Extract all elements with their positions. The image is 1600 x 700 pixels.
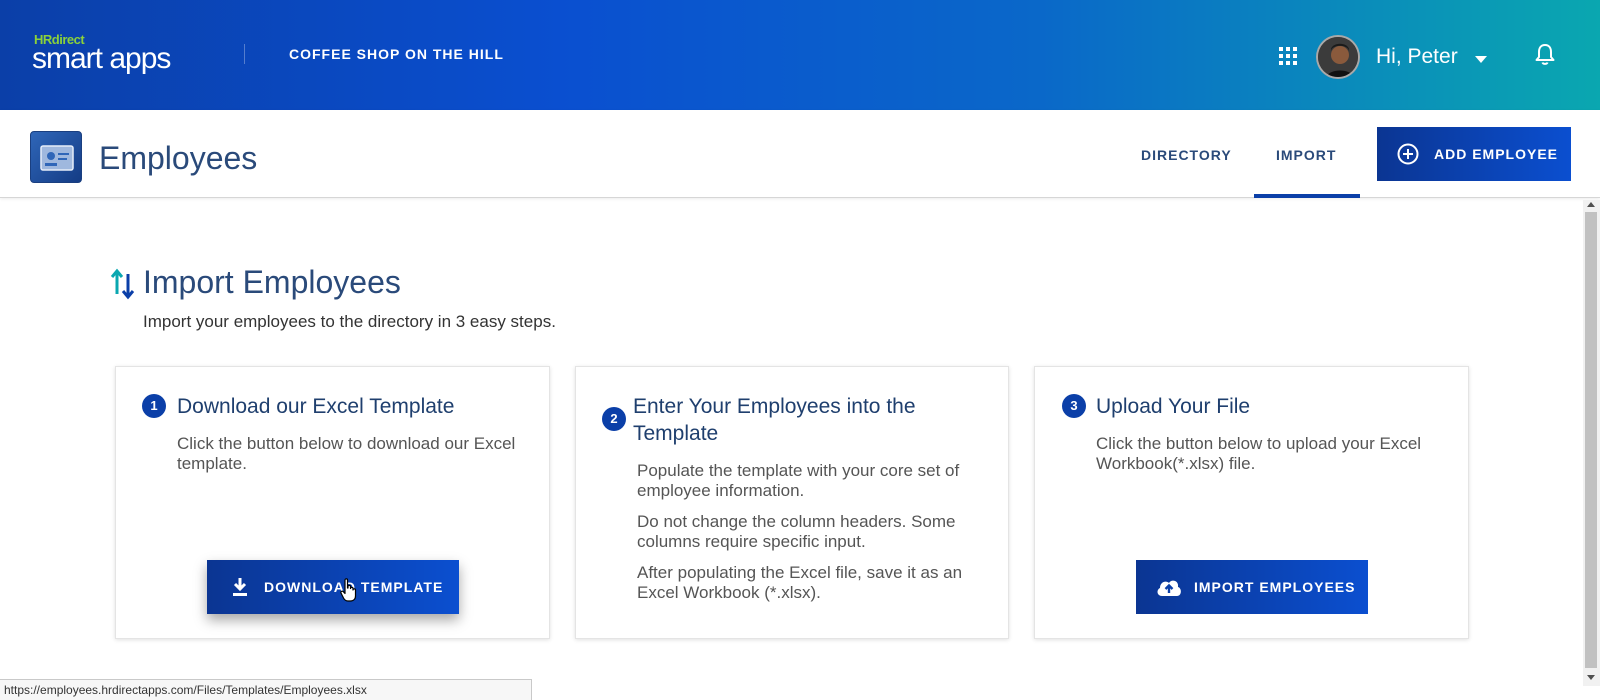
chevron-down-icon[interactable] (1475, 56, 1487, 63)
step-card-download: 1 Download our Excel Template Click the … (115, 366, 550, 639)
add-employee-label: ADD EMPLOYEE (1434, 146, 1559, 162)
import-arrows-icon (110, 268, 135, 300)
import-employees-button[interactable]: IMPORT EMPLOYEES (1136, 560, 1368, 614)
step-number-badge: 2 (602, 407, 626, 431)
step-description: After populating the Excel file, save it… (637, 563, 963, 602)
company-name: COFFEE SHOP ON THE HILL (289, 46, 504, 62)
cloud-upload-icon (1157, 580, 1181, 596)
download-template-button[interactable]: DOWNLOAD TEMPLATE (207, 560, 459, 614)
user-greeting[interactable]: Hi, Peter (1376, 45, 1458, 69)
section-title: Import Employees (143, 264, 401, 300)
step-number-badge: 3 (1062, 394, 1086, 418)
section-subtitle: Import your employees to the directory i… (143, 312, 556, 331)
import-employees-label: IMPORT EMPLOYEES (1194, 579, 1356, 595)
tab-import-label: IMPORT (1276, 147, 1337, 163)
tab-import[interactable]: IMPORT (1254, 110, 1360, 198)
logo-smartapps-text: smart apps (32, 42, 171, 75)
active-tab-indicator (1254, 194, 1360, 198)
top-header: HRdirect smart apps COFFEE SHOP ON THE H… (0, 0, 1600, 110)
page-title: Employees (99, 140, 258, 176)
page-header: Employees DIRECTORY IMPORT ADD EMPLOYEE (0, 110, 1600, 198)
employees-app-icon (30, 131, 82, 183)
header-divider (244, 44, 245, 64)
step-title: Enter Your Employees into the Template (633, 395, 916, 445)
download-icon (233, 578, 247, 596)
step-card-upload: 3 Upload Your File Click the button belo… (1034, 366, 1469, 639)
avatar-image (1318, 37, 1358, 77)
step-description: Click the button below to upload your Ex… (1096, 434, 1422, 473)
tab-directory[interactable]: DIRECTORY (1141, 147, 1232, 163)
add-employee-button[interactable]: ADD EMPLOYEE (1377, 127, 1571, 181)
hrdirect-logo[interactable]: HRdirect smart apps (32, 30, 202, 80)
avatar[interactable] (1316, 35, 1360, 79)
add-circle-icon (1397, 143, 1419, 165)
step-title: Upload Your File (1096, 395, 1251, 418)
apps-grid-icon[interactable] (1279, 47, 1297, 65)
step-number-badge: 1 (142, 394, 166, 418)
bell-icon[interactable] (1534, 42, 1556, 66)
scrollbar-thumb[interactable] (1585, 212, 1597, 668)
step-description: Do not change the column headers. Some c… (637, 512, 956, 551)
step-card-enter: 2 Enter Your Employees into the Template… (575, 366, 1009, 639)
step-description: Click the button below to download our E… (177, 434, 516, 473)
scroll-down-arrow-icon[interactable] (1587, 675, 1595, 680)
step-title: Download our Excel Template (177, 395, 455, 418)
hand-cursor-icon (340, 578, 357, 602)
step-description: Populate the template with your core set… (637, 461, 960, 500)
browser-status-url: https://employees.hrdirectapps.com/Files… (0, 679, 532, 700)
scroll-up-arrow-icon[interactable] (1587, 202, 1595, 207)
